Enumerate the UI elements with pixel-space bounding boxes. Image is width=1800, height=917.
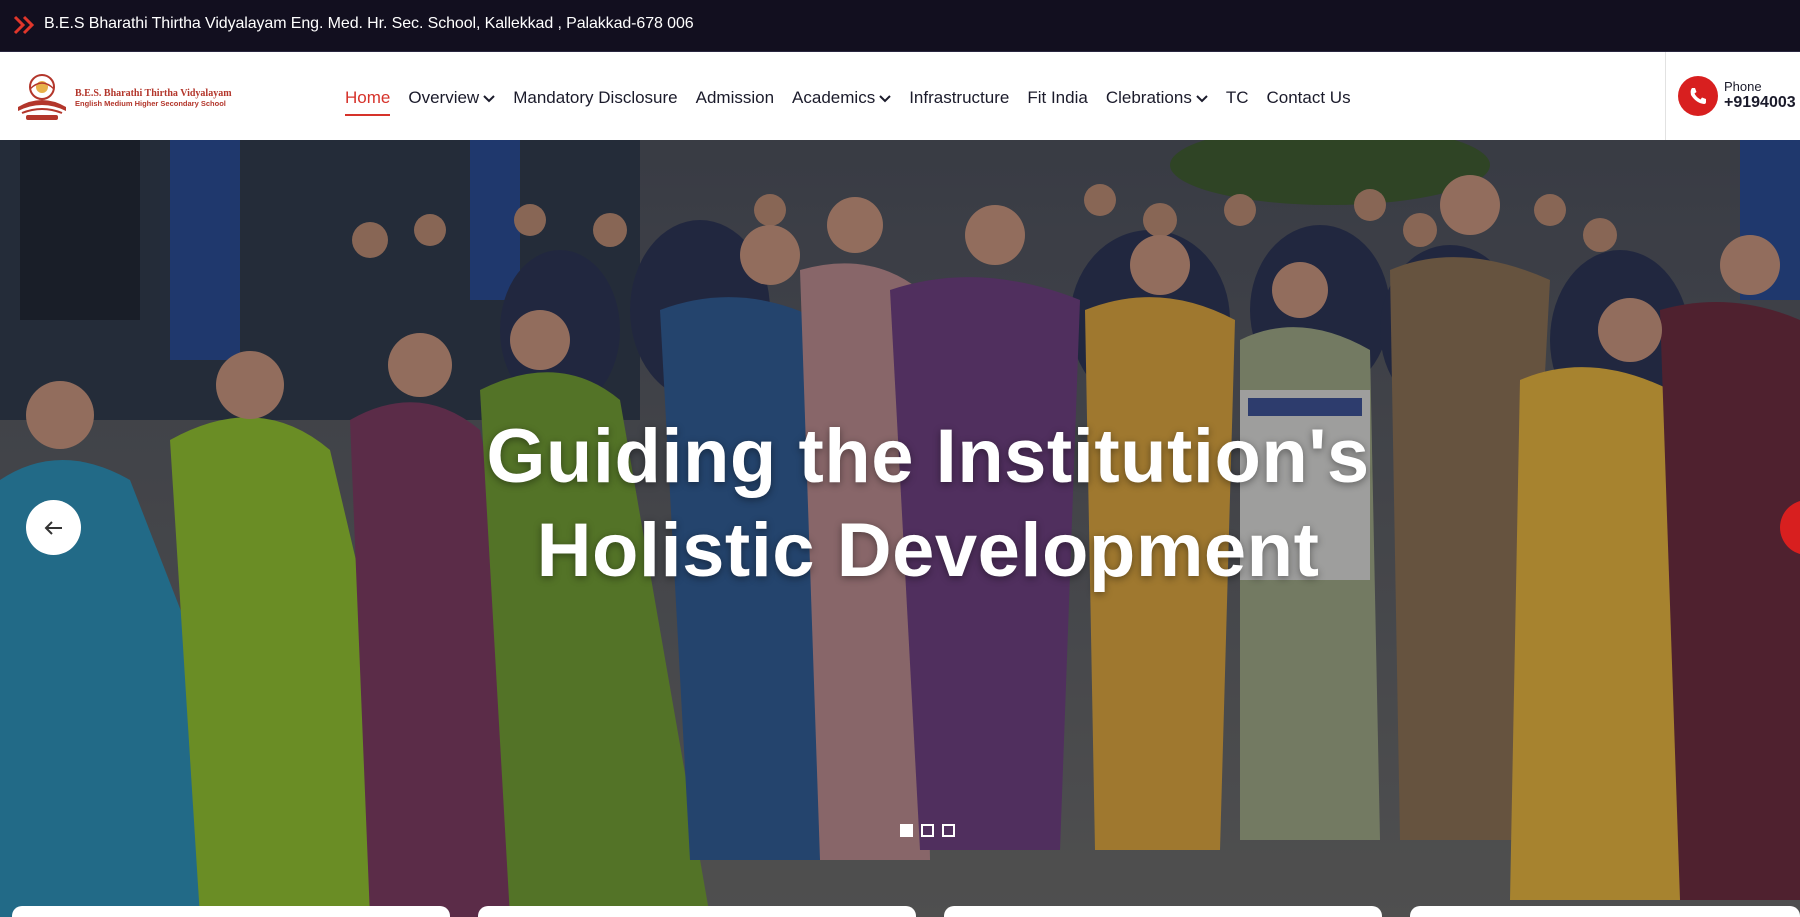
nav-academics-label: Academics xyxy=(792,88,876,107)
nav-clebrations[interactable]: Clebrations xyxy=(1106,88,1208,108)
hero-slider: Guiding the Institution's Holistic Devel… xyxy=(0,140,1800,917)
school-logo-icon[interactable] xyxy=(12,69,72,123)
nav-fit-india-label: Fit India xyxy=(1027,88,1088,107)
feature-card[interactable] xyxy=(1410,906,1800,917)
nav-overview-label: Overview xyxy=(408,88,480,107)
site-header: B.E.S. Bharathi Thirtha Vidyalayam Engli… xyxy=(0,52,1800,140)
nav-mandatory-disclosure-label: Mandatory Disclosure xyxy=(513,88,678,107)
nav-home-label: Home xyxy=(345,88,391,107)
arrow-left-icon xyxy=(44,520,62,535)
slider-dot-1[interactable] xyxy=(900,824,913,837)
phone-icon xyxy=(1678,76,1718,116)
double-chevron-right-icon xyxy=(13,15,35,35)
nav-overview[interactable]: Overview xyxy=(408,88,495,108)
nav-contact-us-label: Contact Us xyxy=(1266,88,1351,107)
slider-prev-button[interactable] xyxy=(26,500,81,555)
feature-cards-row xyxy=(0,906,1800,917)
nav-tc[interactable]: TC xyxy=(1226,88,1249,108)
nav-home[interactable]: Home xyxy=(345,88,391,116)
feature-card[interactable] xyxy=(478,906,916,917)
top-info-bar: B.E.S Bharathi Thirtha Vidyalayam Eng. M… xyxy=(0,0,1800,52)
slider-dot-2[interactable] xyxy=(921,824,934,837)
nav-academics[interactable]: Academics xyxy=(792,88,891,108)
slider-dot-3[interactable] xyxy=(942,824,955,837)
feature-card[interactable] xyxy=(944,906,1382,917)
brand-subtitle: English Medium Higher Secondary School xyxy=(75,99,226,108)
nav-clebrations-label: Clebrations xyxy=(1105,88,1192,107)
nav-infrastructure[interactable]: Infrastructure xyxy=(909,88,1009,108)
chevron-down-icon xyxy=(879,94,891,102)
brand-title: B.E.S. Bharathi Thirtha Vidyalayam xyxy=(75,88,232,99)
hero-title: Guiding the Institution's Holistic Devel… xyxy=(0,410,1800,598)
chevron-down-icon xyxy=(1196,94,1208,102)
slider-pagination xyxy=(900,824,955,837)
nav-mandatory-disclosure[interactable]: Mandatory Disclosure xyxy=(513,88,677,108)
phone-label: Phone xyxy=(1724,79,1762,94)
main-nav: Home Overview Mandatory Disclosure Admis… xyxy=(345,86,1369,116)
brand-name[interactable]: B.E.S. Bharathi Thirtha Vidyalayam Engli… xyxy=(75,88,255,109)
phone-number[interactable]: +9194003 xyxy=(1724,94,1796,112)
nav-tc-label: TC xyxy=(1225,88,1249,107)
feature-card[interactable] xyxy=(12,906,450,917)
hero-title-line1: Guiding the Institution's xyxy=(486,414,1370,499)
nav-infrastructure-label: Infrastructure xyxy=(909,88,1010,107)
hero-title-line2: Holistic Development xyxy=(536,508,1320,593)
school-address: B.E.S Bharathi Thirtha Vidyalayam Eng. M… xyxy=(44,15,694,32)
nav-admission[interactable]: Admission xyxy=(696,88,774,108)
nav-fit-india[interactable]: Fit India xyxy=(1027,88,1087,108)
chevron-down-icon xyxy=(483,94,495,102)
phone-contact[interactable]: Phone +9194003 xyxy=(1665,52,1800,140)
nav-contact-us[interactable]: Contact Us xyxy=(1267,88,1351,108)
nav-admission-label: Admission xyxy=(695,88,775,107)
